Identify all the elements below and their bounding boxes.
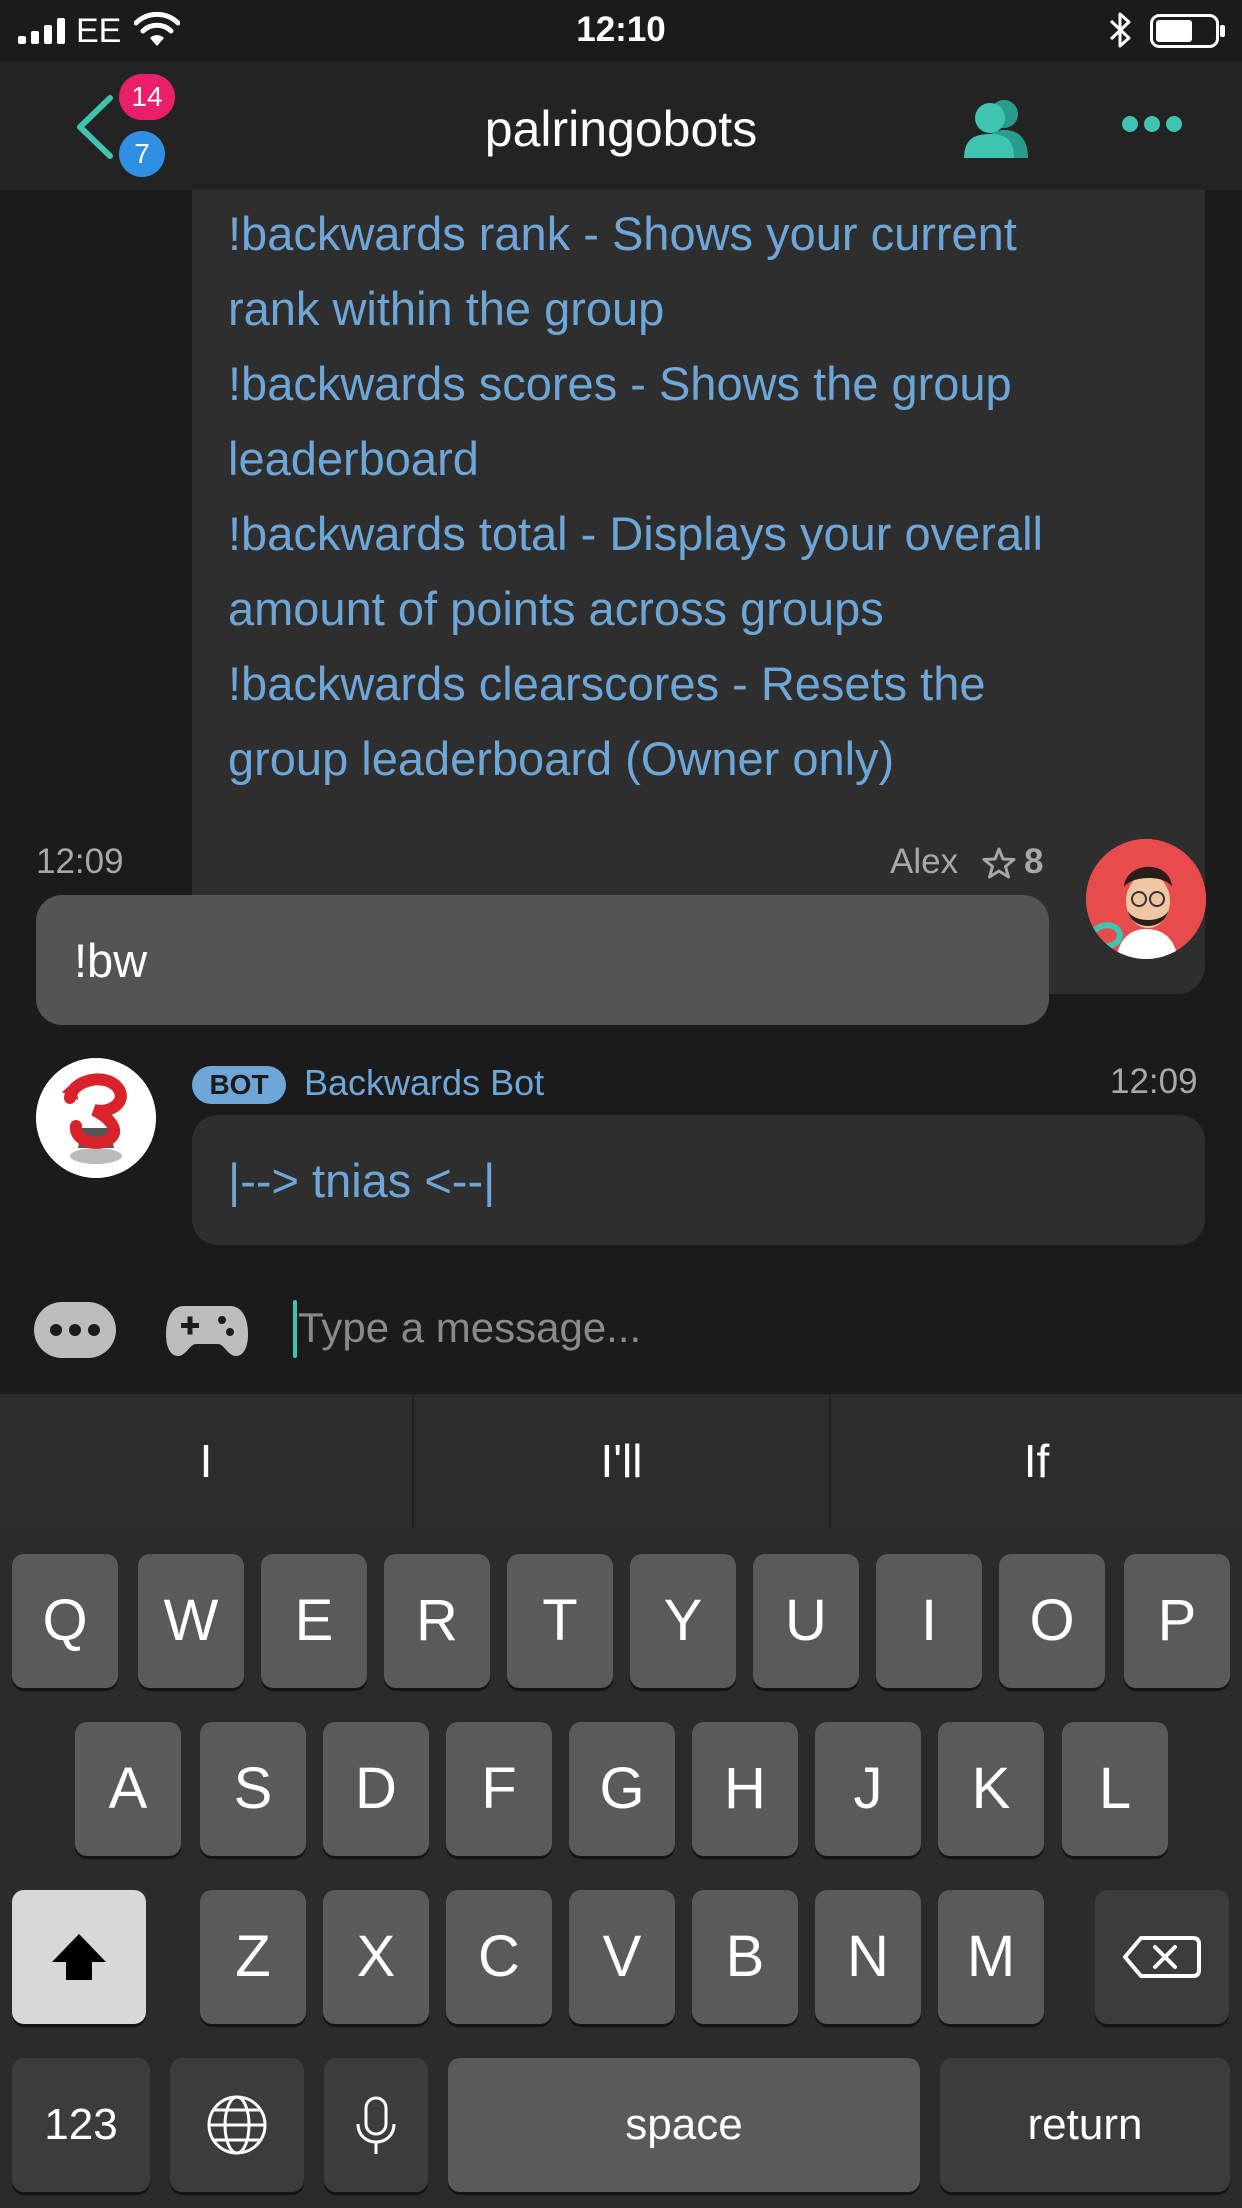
page-title: palringobots bbox=[484, 101, 758, 157]
backspace-icon bbox=[1123, 1936, 1201, 1978]
bot-avatar-icon bbox=[36, 1058, 156, 1178]
key-g[interactable]: G bbox=[569, 1722, 675, 1856]
key-k[interactable]: K bbox=[938, 1722, 1044, 1856]
keyboard: I I'll If Q W E R T Y U I O P A S D F G … bbox=[0, 1394, 1242, 2208]
text-cursor bbox=[293, 1300, 297, 1358]
key-h[interactable]: H bbox=[692, 1722, 798, 1856]
globe-icon bbox=[207, 2095, 267, 2155]
dictation-key[interactable] bbox=[324, 2058, 428, 2192]
key-j[interactable]: J bbox=[815, 1722, 921, 1856]
message-line: leaderboard bbox=[228, 432, 479, 485]
microphone-icon bbox=[356, 2096, 396, 2154]
bot-message-bubble: |--> tnias <--| bbox=[192, 1115, 1205, 1245]
game-controller-icon[interactable] bbox=[166, 1298, 248, 1362]
key-c[interactable]: C bbox=[446, 1890, 552, 2024]
avatar[interactable] bbox=[36, 1058, 156, 1178]
return-key[interactable]: return bbox=[940, 2058, 1230, 2192]
space-key[interactable]: space bbox=[448, 2058, 920, 2192]
more-actions-icon[interactable] bbox=[34, 1302, 116, 1358]
message-text: |--> tnias <--| bbox=[228, 1154, 496, 1207]
message-line: !backwards scores - Shows the group bbox=[228, 357, 1012, 410]
key-q[interactable]: Q bbox=[12, 1554, 118, 1688]
key-w[interactable]: W bbox=[138, 1554, 244, 1688]
key-p[interactable]: P bbox=[1124, 1554, 1230, 1688]
status-bar: EE 12:10 bbox=[0, 0, 1242, 62]
avatar[interactable] bbox=[1086, 839, 1206, 959]
key-y[interactable]: Y bbox=[630, 1554, 736, 1688]
group-members-icon[interactable] bbox=[960, 96, 1032, 158]
message-line: group leaderboard (Owner only) bbox=[228, 732, 895, 785]
more-options-icon[interactable] bbox=[1120, 112, 1184, 136]
suggestion-item[interactable]: If bbox=[831, 1394, 1242, 1528]
key-s[interactable]: S bbox=[200, 1722, 306, 1856]
compose-bar bbox=[0, 1262, 1242, 1394]
user-avatar-icon bbox=[1086, 839, 1206, 959]
key-d[interactable]: D bbox=[323, 1722, 429, 1856]
suggestion-item[interactable]: I bbox=[0, 1394, 412, 1528]
suggestion-bar: I I'll If bbox=[0, 1394, 1242, 1528]
suggestion-item[interactable]: I'll bbox=[414, 1394, 829, 1528]
globe-key[interactable] bbox=[170, 2058, 304, 2192]
clock: 12:10 bbox=[576, 10, 666, 49]
nav-bar: 14 7 palringobots bbox=[0, 62, 1242, 190]
key-b[interactable]: B bbox=[692, 1890, 798, 2024]
bluetooth-icon bbox=[1109, 12, 1131, 48]
bot-tag-badge: BOT bbox=[192, 1066, 286, 1104]
key-e[interactable]: E bbox=[261, 1554, 367, 1688]
key-o[interactable]: O bbox=[999, 1554, 1105, 1688]
message-line: !backwards total - Displays your overall bbox=[228, 507, 1043, 560]
key-i[interactable]: I bbox=[876, 1554, 982, 1688]
shift-arrow-icon bbox=[52, 1934, 106, 1980]
key-f[interactable]: F bbox=[446, 1722, 552, 1856]
key-t[interactable]: T bbox=[507, 1554, 613, 1688]
key-m[interactable]: M bbox=[938, 1890, 1044, 2024]
chat-messages[interactable]: !backwards rank - Shows your current ran… bbox=[0, 190, 1242, 1262]
numbers-key[interactable]: 123 bbox=[12, 2058, 150, 2192]
reputation-score: 8 bbox=[1024, 842, 1044, 881]
message-text: !bw bbox=[74, 934, 148, 987]
message-line: !backwards clearscores - Resets the bbox=[228, 657, 986, 710]
bot-message-bubble: !backwards rank - Shows your current ran… bbox=[192, 190, 1205, 994]
delete-key[interactable] bbox=[1095, 1890, 1229, 2024]
star-icon bbox=[982, 847, 1016, 879]
key-v[interactable]: V bbox=[569, 1890, 675, 2024]
message-line: amount of points across groups bbox=[228, 582, 884, 635]
key-n[interactable]: N bbox=[815, 1890, 921, 2024]
message-author[interactable]: Backwards Bot bbox=[304, 1062, 544, 1104]
battery-icon bbox=[1150, 14, 1225, 48]
key-l[interactable]: L bbox=[1062, 1722, 1168, 1856]
key-x[interactable]: X bbox=[323, 1890, 429, 2024]
key-z[interactable]: Z bbox=[200, 1890, 306, 2024]
key-r[interactable]: R bbox=[384, 1554, 490, 1688]
message-timestamp: 12:09 bbox=[1110, 1062, 1198, 1101]
message-line: !backwards rank - Shows your current bbox=[228, 207, 1017, 260]
message-input[interactable] bbox=[298, 1298, 1198, 1358]
key-a[interactable]: A bbox=[75, 1722, 181, 1856]
shift-key[interactable] bbox=[12, 1890, 146, 2024]
key-u[interactable]: U bbox=[753, 1554, 859, 1688]
message-timestamp: 12:09 bbox=[36, 842, 124, 881]
message-line: rank within the group bbox=[228, 282, 665, 335]
user-message-bubble: !bw bbox=[36, 895, 1049, 1025]
message-author[interactable]: Alex bbox=[890, 842, 958, 882]
